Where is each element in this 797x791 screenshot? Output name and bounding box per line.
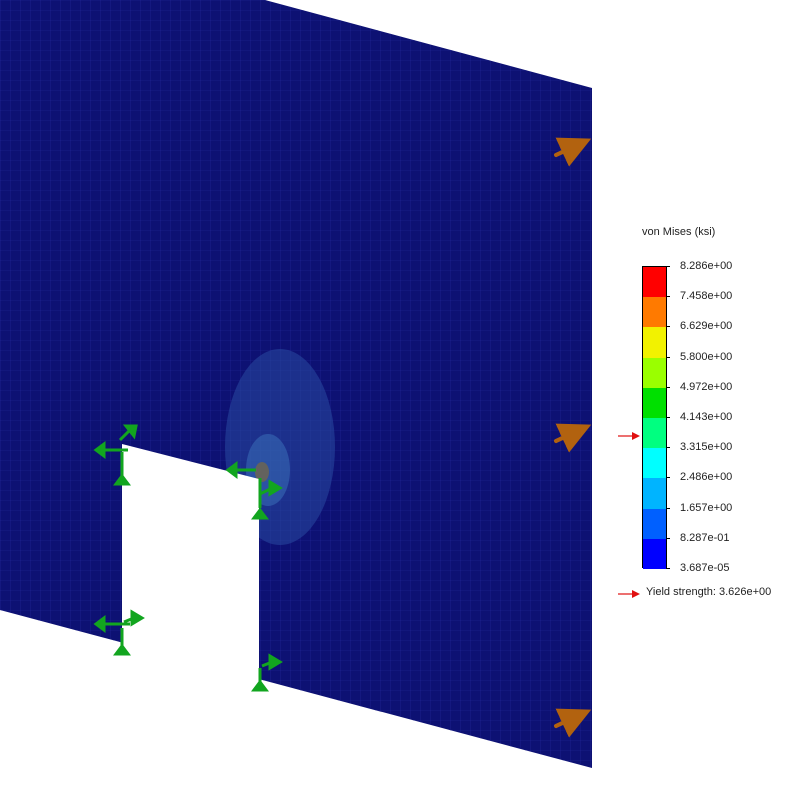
legend-tick-label: 3.687e-05 <box>680 562 730 574</box>
legend-title: von Mises (ksi) <box>642 226 716 238</box>
legend-color-segment <box>643 387 666 419</box>
legend-color-segment <box>643 418 666 449</box>
yield-strength-label: Yield strength: 3.626e+00 <box>646 586 772 598</box>
legend-tick <box>666 537 670 539</box>
legend-tick-label: 6.629e+00 <box>680 320 733 333</box>
legend-tick <box>666 447 670 449</box>
legend-color-bar <box>642 266 667 570</box>
legend-tick <box>666 356 670 358</box>
legend-tick-label: 4.972e+00 <box>680 380 733 393</box>
legend-color-segment <box>643 478 666 510</box>
legend-color-segment <box>643 448 666 479</box>
legend-tick-label: 1.657e+00 <box>680 501 733 514</box>
legend-tick-label: 8.286e+00 <box>680 260 733 272</box>
legend-color-segment <box>643 327 666 359</box>
legend-color-segment <box>643 297 666 328</box>
legend-tick <box>666 266 670 267</box>
legend-tick-label: 7.458e+00 <box>680 290 733 303</box>
model-viewport[interactable] <box>0 0 797 791</box>
legend-tick <box>666 326 670 328</box>
legend-color-segment <box>643 357 666 389</box>
legend-tick-label: 4.143e+00 <box>680 411 733 423</box>
legend-tick-label: 2.486e+00 <box>680 471 733 484</box>
legend-tick <box>666 477 670 479</box>
legend-tick <box>666 507 670 509</box>
legend-tick-label: 3.315e+00 <box>680 441 733 454</box>
legend-tick <box>666 568 670 569</box>
legend-tick-label: 8.287e-01 <box>680 531 730 544</box>
legend-color-segment <box>643 508 666 540</box>
yield-marker-arrow-icon <box>618 432 640 440</box>
legend-color-segment <box>643 267 666 298</box>
yield-legend-arrow-icon <box>618 590 640 598</box>
legend-tick <box>666 296 670 298</box>
legend-color-segment <box>643 538 666 570</box>
legend-tick-label: 5.800e+00 <box>680 350 733 363</box>
plate-cutout <box>122 444 259 687</box>
legend-tick <box>666 417 670 418</box>
legend-tick <box>666 386 670 388</box>
